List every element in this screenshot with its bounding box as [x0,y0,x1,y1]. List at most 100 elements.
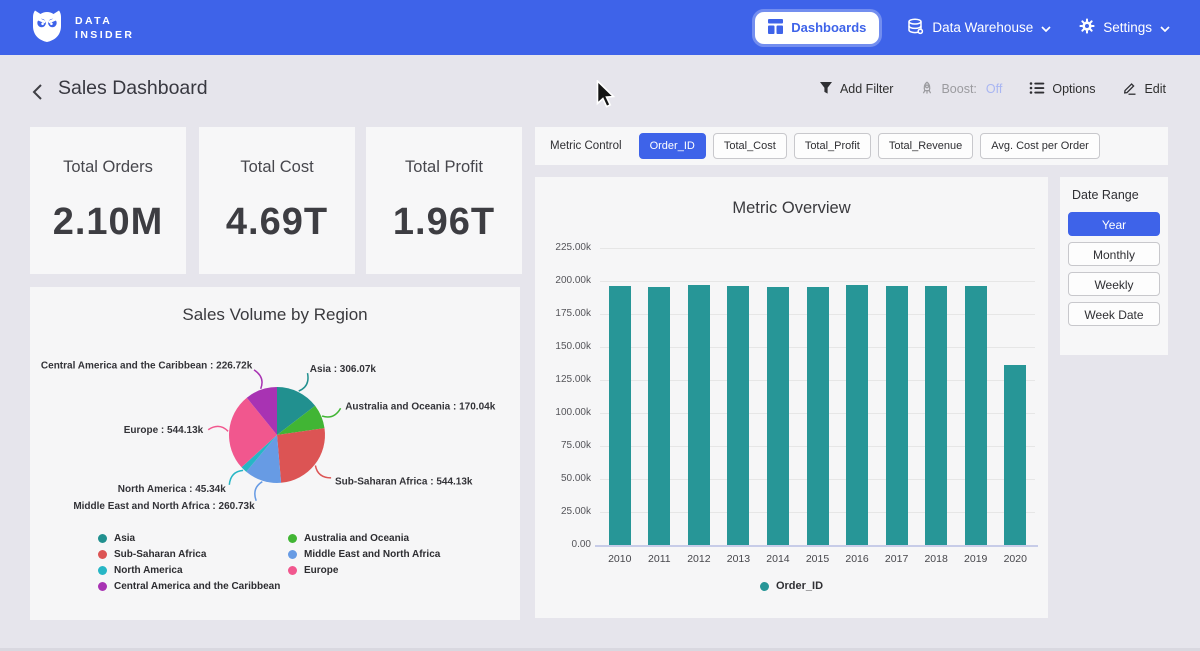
x-axis-line [595,545,1038,547]
gear-icon [1079,18,1095,37]
bar-2015[interactable] [807,287,829,545]
edit-button[interactable]: Edit [1122,80,1166,98]
pie-label: Central America and the Caribbean : 226.… [41,361,253,372]
pie-label-line [299,373,308,391]
bar-slot [679,248,719,545]
x-axis-tick: 2019 [956,553,996,565]
pie-label-line [229,470,243,484]
x-axis-tick: 2017 [877,553,917,565]
nav-dashboards-button[interactable]: Dashboards [755,12,879,44]
legend-dot [288,534,297,543]
legend-dot [98,534,107,543]
legend-item[interactable]: North America [98,565,280,576]
pie-label: Australia and Oceania : 170.04k [345,402,496,413]
funnel-icon [819,81,833,98]
nav-settings[interactable]: Settings [1079,18,1170,37]
x-axis-tick: 2014 [758,553,798,565]
bar-slot [798,248,838,545]
legend-dot [98,566,107,575]
metric-control-bar: Metric Control Order_ID Total_Cost Total… [535,127,1168,165]
legend-item[interactable]: Asia [98,533,280,544]
metric-button-total-cost[interactable]: Total_Cost [713,133,787,159]
bar-slot [956,248,996,545]
kpi-card-total-orders: Total Orders 2.10M [30,127,186,274]
legend-dot [288,550,297,559]
metric-control-label: Metric Control [550,140,622,152]
metric-overview-card: Metric Overview 225.00k200.00k175.00k150… [535,177,1048,618]
x-axis-tick: 2012 [679,553,719,565]
legend-dot [760,582,769,591]
y-axis-tick: 225.00k [541,242,591,253]
owl-logo-icon [30,7,64,48]
x-axis-tick: 2020 [995,553,1035,565]
y-axis-tick: 175.00k [541,308,591,319]
bar-2011[interactable] [648,287,670,545]
kpi-label: Total Cost [240,158,313,177]
legend-dot [98,582,107,591]
y-axis-tick: 200.00k [541,275,591,286]
legend-item[interactable]: Middle East and North Africa [288,549,440,560]
dashboard-grid-icon [768,19,783,37]
chevron-down-icon [1160,20,1170,35]
pie-label-line [208,426,228,431]
bar-slot [837,248,877,545]
pie-legend-col2: Australia and Oceania Middle East and No… [288,533,440,581]
kpi-card-total-cost: Total Cost 4.69T [199,127,355,274]
options-button[interactable]: Options [1029,81,1095,98]
rocket-icon [920,81,934,98]
sales-dashboard-page: DATA INSIDER Dashboards [0,0,1200,651]
pie-label: Sub-Saharan Africa : 544.13k [335,477,473,488]
metric-button-total-profit[interactable]: Total_Profit [794,133,871,159]
sales-volume-card: Sales Volume by Region Asia : 306.07kAus… [30,287,520,620]
bar-2017[interactable] [886,286,908,545]
bar-2016[interactable] [846,285,868,545]
bar-chart-legend[interactable]: Order_ID [535,580,1048,592]
page-title: Sales Dashboard [58,77,208,100]
boost-toggle[interactable]: Boost: Off [920,81,1002,98]
kpi-label: Total Profit [405,158,483,177]
date-button-week-date[interactable]: Week Date [1068,302,1160,326]
back-button[interactable] [32,80,52,104]
x-axis-tick: 2016 [837,553,877,565]
kpi-value: 4.69T [226,201,328,244]
database-icon [907,18,924,38]
bar-slot [916,248,956,545]
bar-2013[interactable] [727,286,749,545]
bar-2019[interactable] [965,286,987,545]
date-button-year[interactable]: Year [1068,212,1160,236]
bar-2020[interactable] [1004,365,1026,545]
bar-slot [877,248,917,545]
settings-label: Settings [1103,20,1152,35]
bars-container [600,248,1035,545]
metric-button-total-revenue[interactable]: Total_Revenue [878,133,973,159]
date-button-monthly[interactable]: Monthly [1068,242,1160,266]
pie-label-line [322,408,341,417]
bar-2014[interactable] [767,287,789,545]
chevron-down-icon [1041,20,1051,35]
pie-slice-sub-saharan-africa[interactable] [277,428,325,483]
legend-item[interactable]: Europe [288,565,440,576]
pie-label: North America : 45.34k [118,484,226,495]
metric-button-avg-cost-per-order[interactable]: Avg. Cost per Order [980,133,1100,159]
nav-data-warehouse[interactable]: Data Warehouse [907,18,1051,38]
x-axis-labels: 2010201120122013201420152016201720182019… [600,553,1035,565]
legend-item[interactable]: Central America and the Caribbean [98,581,280,592]
list-icon [1029,81,1045,98]
data-warehouse-label: Data Warehouse [932,20,1033,35]
date-button-weekly[interactable]: Weekly [1068,272,1160,296]
pie-label-line [315,466,331,478]
add-filter-button[interactable]: Add Filter [819,81,894,98]
legend-dot [98,550,107,559]
bar-2010[interactable] [609,286,631,545]
legend-item[interactable]: Sub-Saharan Africa [98,549,280,560]
y-axis-tick: 0.00 [541,539,591,550]
metric-button-order-id[interactable]: Order_ID [639,133,706,159]
brand: DATA INSIDER [30,7,134,48]
y-axis-tick: 25.00k [541,506,591,517]
bar-slot [758,248,798,545]
bar-2018[interactable] [925,286,947,545]
x-axis-tick: 2015 [798,553,838,565]
y-axis-tick: 125.00k [541,374,591,385]
bar-2012[interactable] [688,285,710,545]
legend-item[interactable]: Australia and Oceania [288,533,440,544]
